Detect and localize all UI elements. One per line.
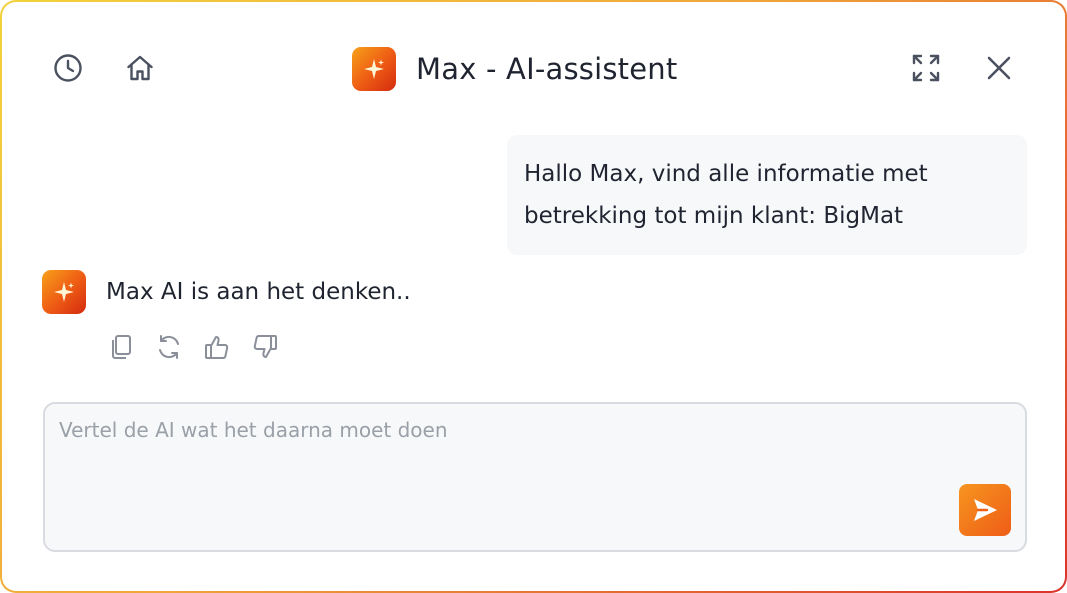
ai-avatar-icon: [42, 270, 86, 314]
prompt-input[interactable]: [59, 418, 939, 488]
copy-button[interactable]: [107, 332, 135, 362]
home-icon: [127, 55, 153, 81]
header-title-group: Max - AI-assistent: [352, 46, 677, 92]
sparkle-logo-icon: [352, 47, 396, 91]
expand-button[interactable]: [908, 50, 944, 86]
message-actions: [107, 332, 279, 362]
expand-icon: [912, 54, 940, 82]
send-button[interactable]: [959, 484, 1011, 536]
assistant-panel: Max - AI-assistent Hallo Max, vind alle …: [2, 2, 1065, 591]
send-icon: [974, 499, 997, 521]
home-button[interactable]: [122, 50, 158, 86]
copy-icon: [112, 335, 131, 359]
prompt-input-container: [43, 402, 1027, 552]
thumbs-down-icon: [253, 335, 277, 358]
regenerate-button[interactable]: [155, 332, 183, 362]
user-message-bubble: Hallo Max, vind alle informatie met betr…: [507, 135, 1027, 255]
page-title: Max - AI-assistent: [416, 52, 678, 86]
user-message-line: Hallo Max, vind alle informatie met: [524, 161, 928, 187]
regenerate-icon: [159, 335, 179, 359]
history-button[interactable]: [50, 50, 86, 86]
clock-icon: [54, 54, 82, 82]
thumbs-down-button[interactable]: [251, 332, 279, 362]
ai-status-text: Max AI is aan het denken..: [106, 279, 411, 305]
close-button[interactable]: [981, 50, 1017, 86]
user-message-line: betrekking tot mijn klant: BigMat: [524, 203, 904, 229]
thumbs-up-icon: [205, 336, 229, 359]
thumbs-up-button[interactable]: [203, 332, 231, 362]
close-icon: [987, 56, 1011, 80]
ai-message-row: Max AI is aan het denken..: [42, 270, 411, 314]
assistant-window-border: Max - AI-assistent Hallo Max, vind alle …: [0, 0, 1067, 593]
